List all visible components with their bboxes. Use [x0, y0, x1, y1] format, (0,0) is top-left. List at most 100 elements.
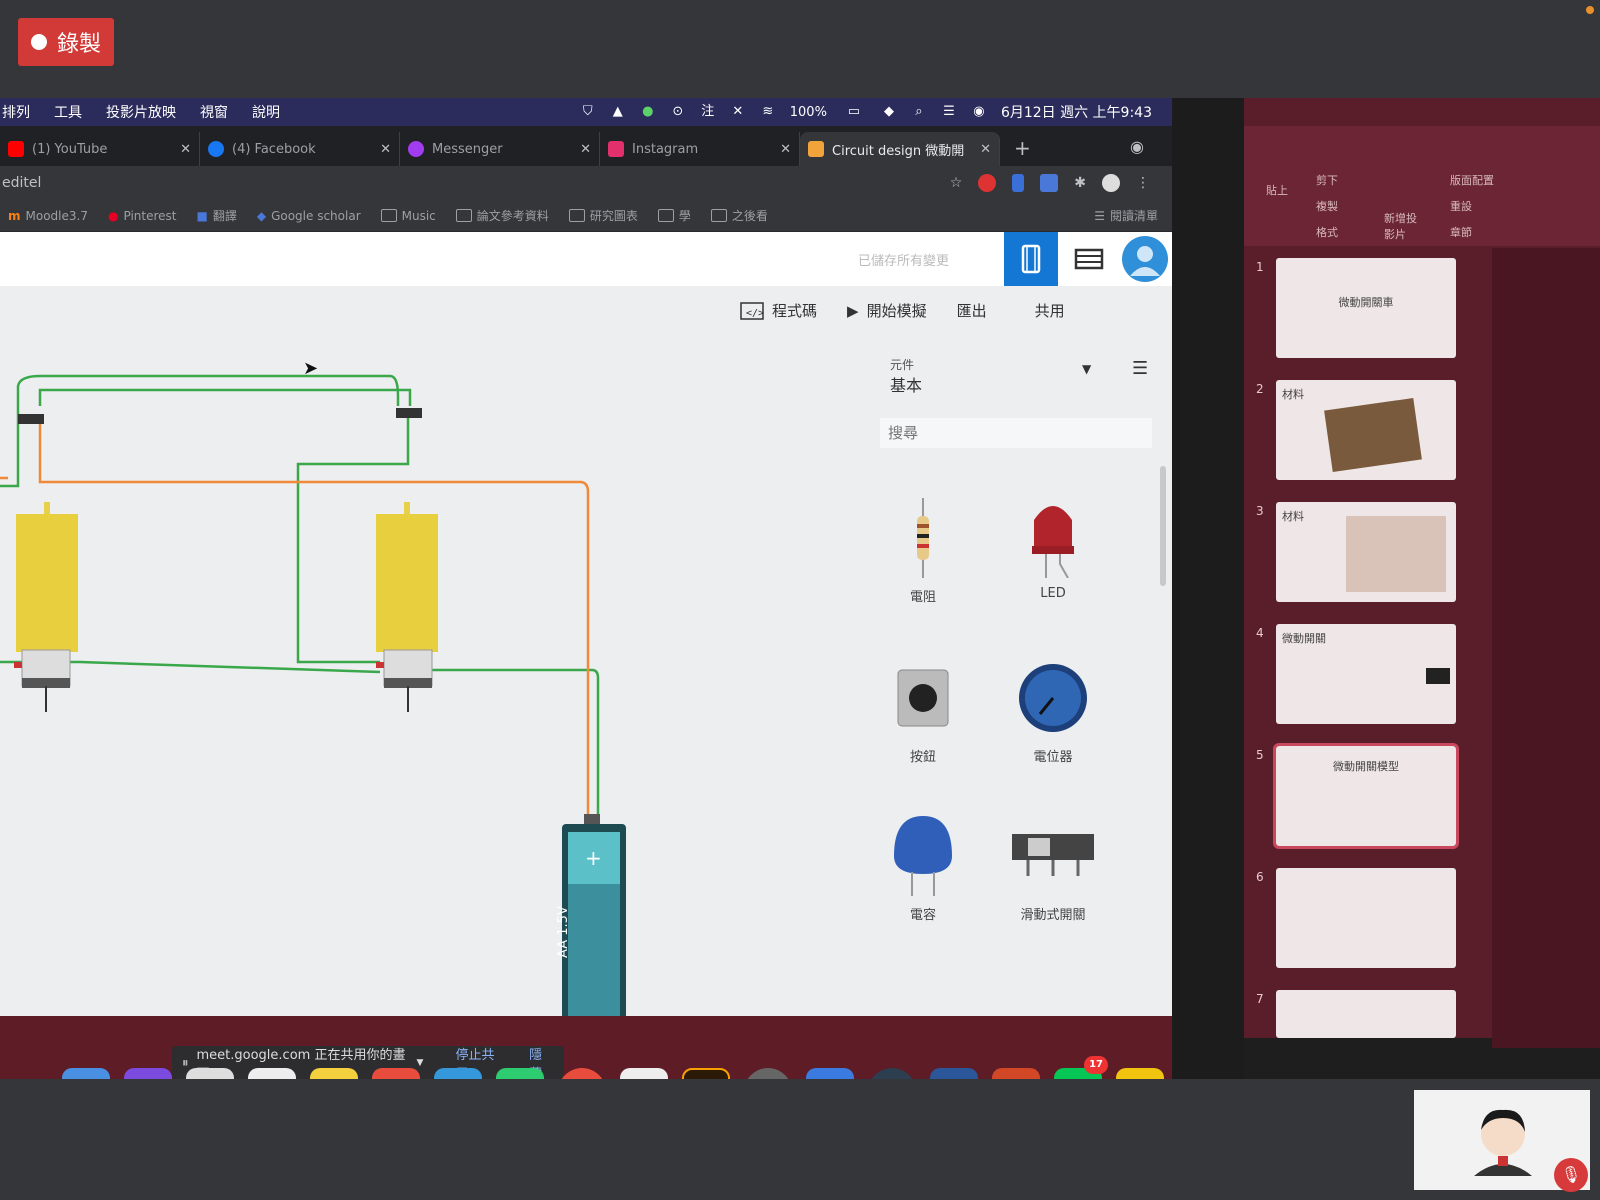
launchpad-icon[interactable]	[186, 1068, 234, 1079]
url-text[interactable]: editel	[2, 175, 41, 191]
component-capacitor[interactable]: 電容	[868, 816, 978, 923]
star-icon[interactable]: ☆	[950, 175, 963, 191]
close-icon[interactable]: ✕	[580, 142, 591, 157]
reset-button[interactable]: 重設	[1450, 198, 1472, 214]
circuit-diagram[interactable]	[0, 286, 860, 1016]
translate-icon[interactable]	[1040, 174, 1059, 192]
mic-muted-icon[interactable]: 🎙	[1554, 1158, 1588, 1192]
maps-icon[interactable]	[496, 1068, 544, 1079]
siri-icon[interactable]	[124, 1068, 172, 1079]
menu-item-slideshow[interactable]: 投影片放映	[106, 102, 176, 122]
dc-motor[interactable]	[376, 502, 438, 712]
format-button[interactable]: 格式	[1316, 224, 1338, 240]
component-slide-switch[interactable]: 滑動式開關	[998, 816, 1108, 923]
caret-down-icon[interactable]: ▼	[417, 1058, 424, 1068]
photos-icon[interactable]	[372, 1068, 420, 1079]
cut-button[interactable]: 剪下	[1316, 172, 1338, 188]
tab-messenger[interactable]: Messenger ✕	[400, 132, 600, 166]
record-button[interactable]: 錄製	[18, 18, 114, 66]
close-icon[interactable]: ✕	[180, 142, 191, 157]
new-slide-button[interactable]: 新增投影片	[1384, 210, 1424, 242]
tab-instagram[interactable]: Instagram ✕	[600, 132, 800, 166]
circuit-view-button[interactable]	[1004, 232, 1058, 286]
focus-icon[interactable]: ◆	[881, 104, 897, 120]
list-view-icon[interactable]: ☰	[1132, 358, 1152, 379]
bookmark-learn[interactable]: 學	[657, 207, 691, 224]
slide-thumbnail[interactable]	[1276, 868, 1456, 968]
self-view-tile[interactable]: 🎙	[1414, 1090, 1590, 1192]
menu-item-window[interactable]: 視窗	[200, 102, 228, 122]
component-search-input[interactable]	[880, 418, 1152, 448]
new-tab-icon[interactable]: +	[1014, 136, 1031, 160]
bookmark-later[interactable]: 之後看	[710, 207, 768, 224]
battery-icon[interactable]: ▭	[841, 104, 867, 120]
line-app-icon[interactable]: ●	[640, 104, 656, 120]
wire-green[interactable]	[420, 668, 600, 826]
bookmark-translate[interactable]: ■ 翻譯	[196, 207, 236, 224]
play-circle-icon[interactable]: ⊙	[670, 104, 686, 120]
section-button[interactable]: 章節	[1450, 224, 1472, 240]
powerpoint-icon[interactable]	[992, 1068, 1040, 1079]
user-avatar[interactable]	[1122, 236, 1168, 282]
slide-thumbnail-selected[interactable]: 微動開關模型	[1273, 743, 1459, 849]
profile-icon[interactable]	[1102, 174, 1120, 192]
slide-thumbnail[interactable]: 材料	[1276, 380, 1456, 480]
input-method-icon[interactable]: 注	[700, 104, 716, 120]
shield-extension-icon[interactable]	[1012, 174, 1025, 192]
share-button[interactable]: 共用	[1035, 300, 1065, 321]
drive-icon[interactable]: ▲	[610, 104, 626, 120]
micro-switch[interactable]	[396, 408, 422, 418]
siri-icon[interactable]: ◉	[971, 104, 987, 120]
dc-motor[interactable]	[14, 502, 78, 712]
bookmark-charts[interactable]: 研究圖表	[568, 207, 638, 224]
micro-switch[interactable]	[18, 414, 44, 424]
system-preferences-icon[interactable]	[744, 1068, 792, 1079]
line-icon[interactable]: 17	[1054, 1056, 1108, 1079]
pencil-app-icon[interactable]	[1116, 1068, 1164, 1079]
close-icon[interactable]: ✕	[380, 142, 391, 157]
panel-scrollbar[interactable]	[1160, 466, 1166, 586]
adblock-icon[interactable]	[978, 174, 997, 192]
tab-youtube[interactable]: (1) YouTube ✕	[0, 132, 200, 166]
tools-icon[interactable]: ✕	[730, 104, 746, 120]
control-center-icon[interactable]: ☰	[941, 104, 957, 120]
paste-button[interactable]: 貼上	[1266, 182, 1288, 198]
close-icon[interactable]: ✕	[980, 142, 991, 157]
component-resistor[interactable]: 電阻	[868, 498, 978, 605]
music-icon[interactable]	[558, 1068, 606, 1079]
wire-orange[interactable]	[38, 416, 590, 826]
bookmark-music[interactable]: Music	[380, 209, 436, 223]
component-led[interactable]: LED	[998, 498, 1108, 601]
pause-icon[interactable]: ⏸	[182, 1056, 189, 1071]
word-icon[interactable]	[930, 1068, 978, 1079]
finder-icon[interactable]	[62, 1068, 110, 1079]
calendar-icon[interactable]	[248, 1068, 296, 1079]
bookmark-pinterest[interactable]: ● Pinterest	[108, 209, 177, 223]
menu-item-help[interactable]: 說明	[252, 102, 280, 122]
wifi-off-icon[interactable]: ≋	[760, 104, 776, 120]
shield-icon[interactable]: ⛉	[580, 104, 596, 120]
wire-green[interactable]	[38, 388, 412, 406]
kebab-menu-icon[interactable]: ⋮	[1136, 175, 1150, 191]
slide-thumbnail[interactable]: 微動開關車	[1276, 258, 1456, 358]
puzzle-icon[interactable]: ✱	[1074, 175, 1086, 191]
caret-down-icon[interactable]: ▼	[1082, 362, 1091, 376]
mail-icon[interactable]	[434, 1068, 482, 1079]
app-store-icon[interactable]	[806, 1068, 854, 1079]
component-list-button[interactable]	[1062, 232, 1116, 286]
notes-icon[interactable]	[310, 1068, 358, 1079]
menu-item-tools[interactable]: 工具	[54, 102, 82, 122]
copy-button[interactable]: 複製	[1316, 198, 1338, 214]
aa-battery[interactable]	[562, 814, 626, 1016]
bookmark-google-scholar[interactable]: ◆ Google scholar	[257, 209, 361, 223]
illustrator-icon[interactable]: Ai	[682, 1068, 730, 1079]
tab-circuit-design[interactable]: Circuit design 微動開 ✕	[800, 132, 1000, 166]
component-button[interactable]: 按鈕	[868, 658, 978, 765]
slide-thumbnail[interactable]: 材料	[1276, 502, 1456, 602]
slide-thumbnail[interactable]: 微動開關	[1276, 624, 1456, 724]
circuit-workspace[interactable]: </> 程式碼 ▶ 開始模擬 匯出 共用 + AA 1.5V ➤ 元件 基本 ▼…	[0, 286, 1172, 1016]
component-potentiometer[interactable]: 電位器	[998, 658, 1108, 765]
wire-green[interactable]	[0, 374, 400, 488]
bookmark-papers[interactable]: 論文參考資料	[455, 207, 549, 224]
tab-facebook[interactable]: (4) Facebook ✕	[200, 132, 400, 166]
